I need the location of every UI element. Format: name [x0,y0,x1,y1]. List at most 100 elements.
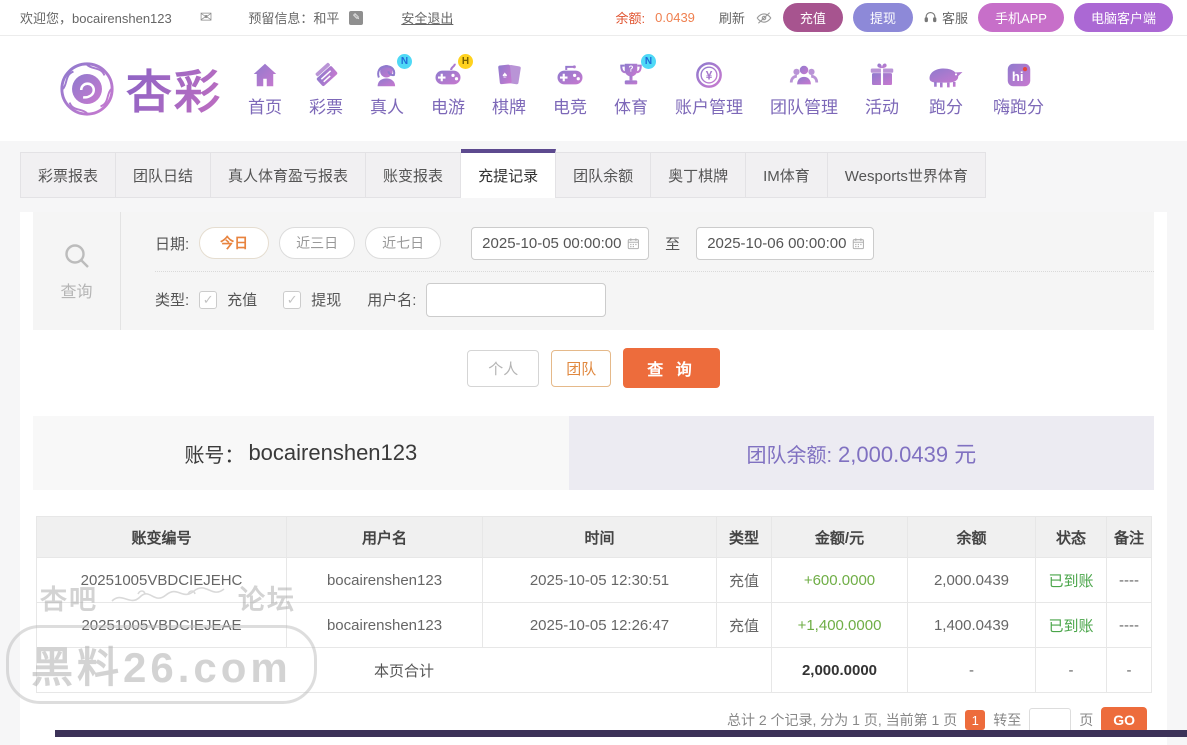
cell-amount: +600.0000 [771,557,908,603]
mobile-app-button[interactable]: 手机APP [977,3,1064,32]
reserved-info-text: 预留信息：和平 [248,11,340,26]
cards-icon: ♠ [498,64,521,84]
tab-lottery-report[interactable]: 彩票报表 [20,152,117,198]
preset-3days-button[interactable]: 近三日 [279,227,356,259]
cell-time: 2025-10-05 12:30:51 [482,557,717,603]
svg-text:¥: ¥ [706,68,713,82]
nav-item-account-manage[interactable]: ¥ 账户管理 [675,60,743,118]
cell-status: 已到账 [1035,602,1107,648]
tab-team-daily[interactable]: 团队日结 [116,152,212,198]
tab-wesports[interactable]: Wesports世界体育 [827,152,986,198]
goto-page-input[interactable] [1029,707,1072,733]
calendar-icon [853,237,865,249]
table-row: 20251005VBDCIEJEHC bocairenshen123 2025-… [36,557,1152,603]
header: 杏彩 首页 彩票 N 真人 H 电游 ♠ 棋牌 电竞 ? N 体育 ¥ 账户管理… [0,36,1187,141]
headset-icon [924,11,937,23]
team-balance-value: 2,000.0439 元 [838,442,977,467]
nav-item-team-manage[interactable]: 团队管理 [770,60,838,118]
esports-gamepad-icon [557,64,583,84]
hot-badge: H [458,53,473,69]
date-from-input[interactable]: 2025-10-05 00:00:00 [471,226,650,260]
nav-item-sports[interactable]: ? N 体育 [614,53,656,118]
nav-item-lottery[interactable]: 彩票 [309,60,343,118]
personal-button[interactable]: 个人 [467,349,540,387]
balance-value: 0.0439 [655,10,695,25]
hi-icon: hi [1007,63,1030,86]
nav-item-activity[interactable]: 活动 [865,60,899,118]
site-logo[interactable]: 杏彩 [58,56,222,122]
refresh-link[interactable]: 刷新 [719,8,745,27]
col-header-remark: 备注 [1106,516,1152,558]
summary-balance: - [907,647,1036,693]
main-content: 彩票报表 团队日结 真人体育盈亏报表 账变报表 充提记录 团队余额 奥丁棋牌 I… [0,141,1187,745]
tab-recharge-withdraw[interactable]: 充提记录 [461,149,557,198]
cell-type: 充值 [716,557,772,603]
ticket-icon [315,62,338,86]
tab-team-balance[interactable]: 团队余额 [556,152,652,198]
edit-icon[interactable]: ✎ [349,10,364,25]
coin-icon: ¥ [696,61,722,88]
report-tabs: 彩票报表 团队日结 真人体育盈亏报表 账变报表 充提记录 团队余额 奥丁棋牌 I… [20,149,1167,198]
search-icon [64,244,89,268]
goto-label: 转至 [993,712,1022,728]
date-filter-row: 日期: 今日 近三日 近七日 2025-10-05 00:00:00 至 202… [155,215,1154,271]
account-value: bocairenshen123 [248,440,418,465]
recharge-checkbox[interactable]: ✓ [199,290,218,309]
withdraw-checkbox[interactable]: ✓ [283,290,302,309]
nav-item-hi-paofen[interactable]: hi 嗨跑分 [993,60,1044,118]
team-button[interactable]: 团队 [551,349,612,387]
nav-item-live[interactable]: N 真人 [370,53,412,118]
records-table: 账变编号 用户名 时间 类型 金额/元 余额 状态 备注 20251005VBD… [36,516,1152,693]
withdraw-button[interactable]: 提现 [852,3,913,32]
account-name-block: 账号： bocairenshen123 [33,416,569,490]
customer-service-link[interactable]: 客服 [923,8,968,27]
balance-label: 余额: [615,11,646,26]
nav-item-home[interactable]: 首页 [248,60,282,118]
recharge-button[interactable]: 充值 [782,3,843,32]
logo-text: 杏彩 [126,56,222,122]
team-icon [789,65,819,84]
nav-item-cards[interactable]: ♠ 棋牌 [492,60,526,118]
search-button[interactable]: 查 询 [623,348,720,388]
cell-remark: ---- [1106,557,1152,603]
summary-remark: - [1106,647,1152,693]
table-header-row: 账变编号 用户名 时间 类型 金额/元 余额 状态 备注 [36,516,1152,558]
team-balance-block: 团队余额: 2,000.0439 元 [568,416,1154,490]
hide-balance-icon[interactable] [755,9,773,27]
tab-account-change[interactable]: 账变报表 [366,152,462,198]
type-filter-row: 类型: ✓ 充值 ✓ 提现 用户名: [155,271,1154,327]
pagination: 总计 2 个记录, 分为 1 页, 当前第 1 页 1 转至 页 GO [20,693,1167,745]
date-range-to-label: 至 [665,235,681,253]
pc-client-button[interactable]: 电脑客户端 [1073,3,1173,32]
current-page-button[interactable]: 1 [965,710,986,730]
username-input[interactable] [426,282,607,317]
gift-icon [870,62,894,85]
table-summary-row: 本页合计 2,000.0000 - - - [36,647,1152,693]
logout-link[interactable]: 安全退出 [401,8,453,27]
account-summary-band: 账号： bocairenshen123 团队余额: 2,000.0439 元 [33,416,1154,490]
query-side-panel: 查询 [33,212,121,330]
query-side-label: 查询 [60,284,93,301]
tab-im-sports[interactable]: IM体育 [746,152,828,198]
tab-aoding-cards[interactable]: 奥丁棋牌 [651,152,747,198]
preset-7days-button[interactable]: 近七日 [365,227,442,259]
nav-item-esports[interactable]: 电竞 [553,60,587,118]
tab-live-sports-pl[interactable]: 真人体育盈亏报表 [211,152,367,198]
action-buttons: 个人 团队 查 询 [20,348,1167,388]
cell-type: 充值 [716,602,772,648]
logo-emblem-icon [60,61,114,116]
cell-change-id: 20251005VBDCIEJEAE [36,602,287,648]
preset-today-button[interactable]: 今日 [199,227,270,259]
new-badge: N [397,53,412,69]
message-icon[interactable]: ✉ [200,10,213,25]
svg-text:?: ? [629,64,634,73]
cell-username: bocairenshen123 [286,602,483,648]
nav-item-slots[interactable]: H 电游 [431,53,473,118]
date-to-input[interactable]: 2025-10-06 00:00:00 [696,226,875,260]
date-label: 日期: [155,235,190,253]
calendar-icon [628,237,640,249]
col-header-username: 用户名 [286,516,483,558]
cell-time: 2025-10-05 12:26:47 [482,602,717,648]
pagination-summary: 总计 2 个记录, 分为 1 页, 当前第 1 页 [726,712,958,728]
nav-item-paofen[interactable]: 跑分 [926,60,966,118]
